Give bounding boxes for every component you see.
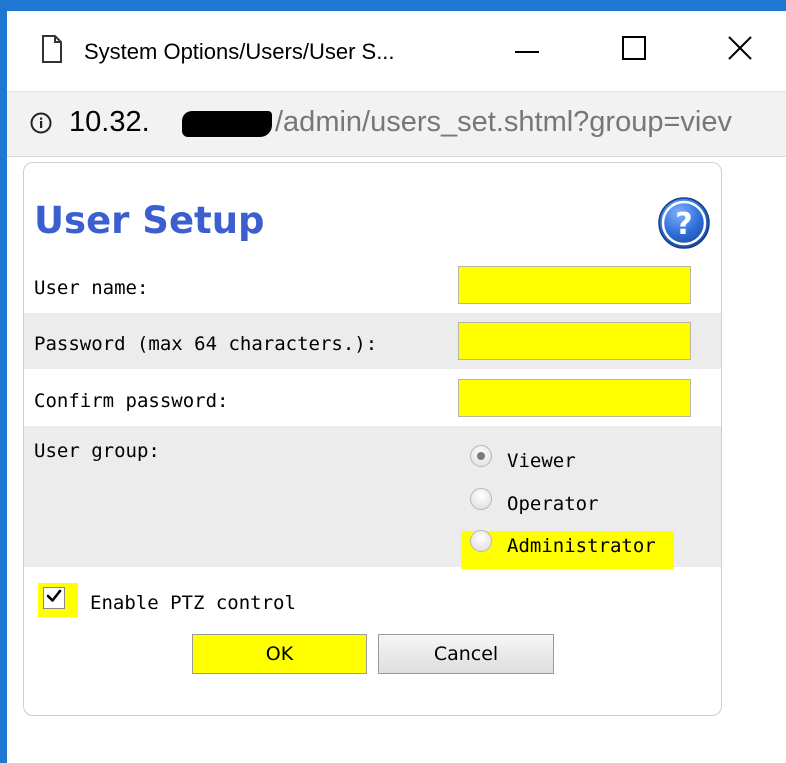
maximize-button[interactable] bbox=[604, 25, 664, 75]
url-redaction bbox=[182, 111, 272, 137]
confirm-password-label: Confirm password: bbox=[34, 390, 229, 412]
question-mark-icon[interactable]: ? bbox=[657, 196, 711, 250]
password-label: Password (max 64 characters.): bbox=[34, 333, 378, 355]
radio-administrator-label: Administrator bbox=[507, 535, 656, 557]
page-title: User Setup bbox=[34, 199, 265, 242]
radio-viewer-label: Viewer bbox=[507, 450, 576, 472]
ok-button[interactable]: OK bbox=[192, 634, 367, 674]
title-bar[interactable]: System Options/Users/User S... bbox=[7, 11, 786, 91]
radio-administrator-circle[interactable] bbox=[470, 530, 492, 552]
address-bar[interactable]: 10.32. /admin/users_set.shtml?group=viev bbox=[7, 91, 786, 157]
user-group-label: User group: bbox=[34, 440, 160, 462]
radio-operator[interactable]: Operator bbox=[470, 484, 599, 515]
checkmark-icon bbox=[46, 588, 62, 609]
maximize-icon bbox=[622, 35, 646, 65]
close-icon bbox=[728, 35, 752, 65]
username-input[interactable] bbox=[458, 266, 691, 304]
ptz-label: Enable PTZ control bbox=[90, 592, 296, 614]
window-left-border bbox=[0, 0, 7, 763]
minimize-button[interactable] bbox=[497, 25, 557, 75]
close-button[interactable] bbox=[710, 25, 770, 75]
radio-viewer[interactable]: Viewer bbox=[470, 441, 576, 472]
radio-administrator[interactable]: Administrator bbox=[470, 526, 656, 557]
username-label: User name: bbox=[34, 277, 149, 299]
radio-operator-label: Operator bbox=[507, 493, 599, 515]
ptz-checkbox[interactable] bbox=[43, 587, 65, 609]
window-title: System Options/Users/User S... bbox=[84, 39, 395, 64]
username-row: User name: bbox=[24, 257, 721, 313]
url-path: /admin/users_set.shtml?group=viev bbox=[275, 106, 732, 138]
radio-viewer-circle[interactable] bbox=[470, 445, 492, 467]
svg-text:?: ? bbox=[675, 207, 692, 242]
browser-popup-window: System Options/Users/User S... 10.32. /a… bbox=[0, 0, 786, 763]
cancel-button[interactable]: Cancel bbox=[378, 634, 554, 674]
confirm-password-row: Confirm password: bbox=[24, 369, 721, 426]
info-icon[interactable] bbox=[30, 112, 52, 134]
page-icon bbox=[41, 34, 63, 64]
minimize-icon bbox=[515, 41, 539, 59]
confirm-password-input[interactable] bbox=[458, 379, 691, 417]
radio-operator-circle[interactable] bbox=[470, 488, 492, 510]
user-setup-panel: User Setup ? User name: Password (max 64… bbox=[23, 162, 722, 716]
password-input[interactable] bbox=[458, 322, 691, 360]
password-row: Password (max 64 characters.): bbox=[24, 313, 721, 369]
window-top-border bbox=[0, 0, 786, 11]
url-host: 10.32. bbox=[69, 106, 150, 138]
